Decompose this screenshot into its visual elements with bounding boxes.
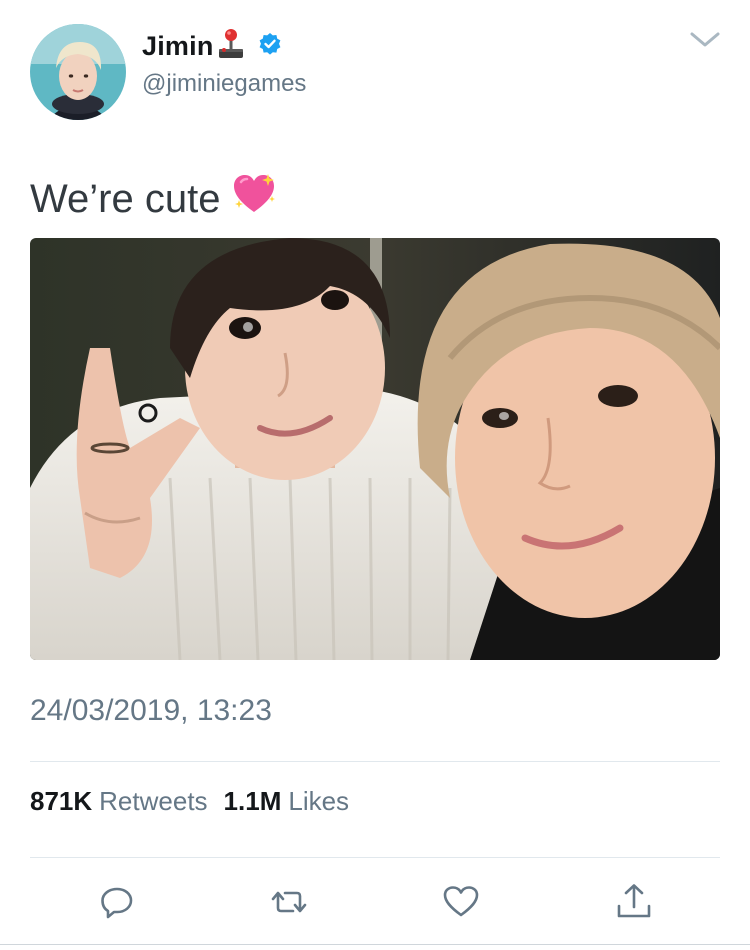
verified-badge-icon xyxy=(258,32,282,61)
display-name[interactable]: Jimin xyxy=(142,31,214,62)
likes-count: 1.1M xyxy=(223,786,282,816)
chevron-down-icon[interactable] xyxy=(688,26,722,57)
avatar[interactable] xyxy=(30,24,126,120)
likes-stat[interactable]: 1.1M Likes xyxy=(224,786,350,817)
bottom-edge xyxy=(0,944,750,950)
tweet-text: We’re cute xyxy=(30,176,221,221)
avatar-image xyxy=(30,24,126,120)
retweets-stat[interactable]: 871K Retweets xyxy=(30,786,208,817)
retweets-count: 871K xyxy=(30,786,93,816)
tweet-text-row: We’re cute xyxy=(30,172,278,226)
reply-icon[interactable] xyxy=(97,882,137,922)
retweet-icon[interactable] xyxy=(269,882,309,922)
share-icon[interactable] xyxy=(614,882,654,922)
likes-label: Likes xyxy=(288,786,350,816)
like-icon[interactable] xyxy=(441,882,481,922)
divider xyxy=(30,857,720,858)
retweets-label: Retweets xyxy=(99,786,208,816)
tweet-timestamp: 24/03/2019, 13:23 xyxy=(30,694,272,727)
selfie-photo[interactable] xyxy=(30,238,720,660)
author-name-row[interactable]: Jimin xyxy=(142,26,282,66)
photo-image xyxy=(30,238,720,660)
joystick-icon xyxy=(216,28,246,65)
author-handle[interactable]: @jiminiegames xyxy=(142,70,306,98)
sparkling-heart-icon xyxy=(230,172,278,226)
tweet-stats: 871K Retweets 1.1M Likes xyxy=(30,786,349,817)
divider xyxy=(30,761,720,762)
